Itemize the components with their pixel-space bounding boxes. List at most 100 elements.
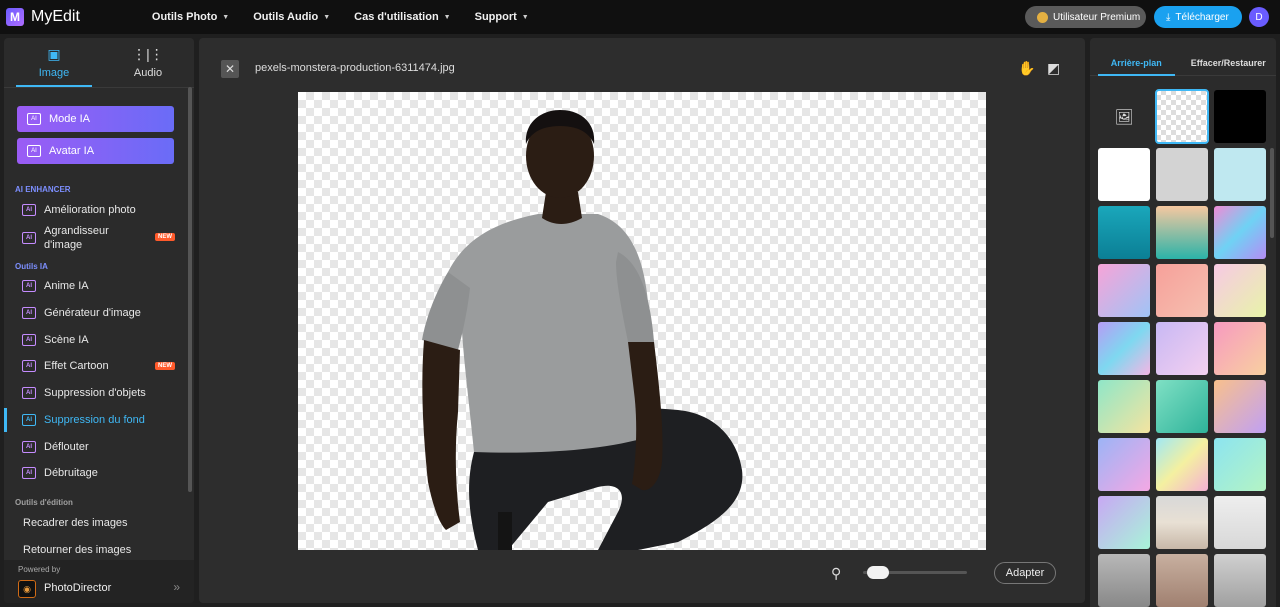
- swatch-light-blue[interactable]: [1214, 148, 1266, 201]
- chevron-down-icon: ▼: [222, 13, 230, 21]
- chevron-down-icon: ▼: [443, 13, 451, 21]
- nav-outils-photo[interactable]: Outils Photo ▼: [152, 11, 229, 23]
- ai-icon: AI: [22, 467, 36, 479]
- swatch-mint-yellow[interactable]: [1098, 380, 1150, 433]
- swatch-purple-mint[interactable]: [1098, 496, 1150, 549]
- swatch-teal[interactable]: [1098, 206, 1150, 259]
- background-panel-scrollbar[interactable]: [1270, 148, 1274, 238]
- nav-outils-audio[interactable]: Outils Audio ▼: [253, 11, 330, 23]
- menu-generateur-image[interactable]: AI Générateur d'image: [22, 307, 177, 319]
- mode-ia-button[interactable]: AI Mode IA: [17, 106, 174, 132]
- user-avatar[interactable]: D: [1249, 7, 1269, 27]
- swatch-holo-wave[interactable]: [1098, 322, 1150, 375]
- swatch-warm-room[interactable]: [1156, 554, 1208, 607]
- ai-icon: AI: [22, 307, 36, 319]
- fit-button[interactable]: Adapter: [994, 562, 1056, 584]
- swatch-aqua[interactable]: [1214, 438, 1266, 491]
- swatch-white[interactable]: [1098, 148, 1150, 201]
- myedit-logo-icon: M: [6, 8, 24, 26]
- avatar-ia-button[interactable]: AI Avatar IA: [17, 138, 174, 164]
- menu-scene-ia[interactable]: AI Scène IA: [22, 334, 177, 346]
- mode-tabs: ▣ Image ⋮|⋮ Audio: [4, 38, 194, 88]
- editor-area: ✕ pexels-monstera-production-6311474.jpg…: [199, 38, 1085, 603]
- zoom-slider-thumb[interactable]: [867, 566, 890, 579]
- swatch-grey-hall[interactable]: [1214, 554, 1266, 607]
- menu-recadrer-images[interactable]: Recadrer des images: [23, 517, 178, 529]
- swatch-blue-pink[interactable]: [1098, 438, 1150, 491]
- double-chevron-right-icon: »: [173, 580, 180, 594]
- swatch-grey-room[interactable]: [1098, 554, 1150, 607]
- ai-icon: AI: [22, 204, 36, 216]
- ai-icon: AI: [22, 387, 36, 399]
- powered-by-footer[interactable]: Powered by ◉ PhotoDirector »: [4, 560, 194, 603]
- tools-sidebar: ▣ Image ⋮|⋮ Audio AI Mode IA AI Avatar IA …: [4, 38, 194, 603]
- tab-arriere-plan[interactable]: Arrière-plan: [1098, 38, 1175, 76]
- active-indicator: [4, 408, 7, 432]
- app-name: MyEdit: [31, 8, 80, 25]
- compare-icon[interactable]: ◩: [1047, 60, 1060, 77]
- ai-icon: AI: [27, 113, 41, 125]
- ai-icon: AI: [22, 334, 36, 346]
- swatch-white-fog[interactable]: [1214, 496, 1266, 549]
- download-button[interactable]: ⤓ Télécharger: [1154, 6, 1242, 28]
- nav-cas-utilisation[interactable]: Cas d'utilisation ▼: [354, 11, 450, 23]
- zoom-icon[interactable]: ⚲: [831, 565, 841, 582]
- menu-suppression-objets[interactable]: AI Suppression d'objets: [22, 387, 177, 399]
- section-ai-enhancer: AI ENHANCER: [15, 185, 71, 194]
- menu-amelioration-photo[interactable]: AI Amélioration photo: [22, 204, 177, 216]
- sidebar-scrollbar[interactable]: [188, 87, 192, 492]
- download-icon: ⤓: [1166, 11, 1171, 23]
- upload-background-icon[interactable]: 🖼: [1098, 90, 1150, 143]
- swatch-pastel-sparkle[interactable]: [1214, 264, 1266, 317]
- new-badge: NEW: [155, 233, 175, 241]
- app-logo[interactable]: M MyEdit: [6, 8, 80, 26]
- swatch-peach-teal[interactable]: [1156, 206, 1208, 259]
- tab-effacer-restaurer[interactable]: Effacer/Restaurer: [1181, 38, 1276, 76]
- cutout-person-image: [422, 110, 743, 550]
- swatch-holo-bubbles[interactable]: [1214, 206, 1266, 259]
- new-badge: NEW: [155, 362, 175, 370]
- swatch-light-grey[interactable]: [1156, 148, 1208, 201]
- menu-debruitage[interactable]: AI Débruitage: [22, 467, 177, 479]
- menu-retourner-images[interactable]: Retourner des images: [23, 544, 178, 556]
- swatch-black[interactable]: [1214, 90, 1266, 143]
- menu-anime-ia[interactable]: AI Anime IA: [22, 280, 177, 292]
- image-canvas[interactable]: [298, 92, 986, 550]
- swatch-transparent[interactable]: [1155, 89, 1209, 144]
- menu-agrandisseur-image[interactable]: AI Agrandisseur d'image NEW: [22, 224, 177, 252]
- background-panel: Arrière-plan Effacer/Restaurer 🖼: [1090, 38, 1276, 607]
- swatch-pink-orange[interactable]: [1214, 322, 1266, 375]
- image-icon: ▣: [47, 46, 61, 62]
- file-name: pexels-monstera-production-6311474.jpg: [255, 62, 455, 74]
- ai-icon: AI: [27, 145, 41, 157]
- close-icon[interactable]: ✕: [221, 60, 239, 78]
- menu-effet-cartoon[interactable]: AI Effet Cartoon NEW: [22, 360, 177, 372]
- swatch-rainbow[interactable]: [1156, 438, 1208, 491]
- swatch-pink-sparkle[interactable]: [1098, 264, 1150, 317]
- tab-image[interactable]: ▣ Image: [16, 38, 92, 87]
- ai-icon: AI: [22, 280, 36, 292]
- swatch-coral-sparkle[interactable]: [1156, 264, 1208, 317]
- section-outils-edition: Outils d'édition: [15, 498, 73, 507]
- swatch-orange-purple[interactable]: [1214, 380, 1266, 433]
- hand-pan-icon[interactable]: ✋: [1018, 60, 1035, 77]
- main-nav: Outils Photo ▼ Outils Audio ▼ Cas d'utilis…: [152, 11, 553, 23]
- menu-suppression-fond[interactable]: AI Suppression du fond: [22, 414, 177, 426]
- swatch-misty-beach[interactable]: [1156, 496, 1208, 549]
- top-bar: M MyEdit Outils Photo ▼ Outils Audio ▼ Cas…: [0, 0, 1280, 34]
- premium-user-button[interactable]: Utilisateur Premium: [1025, 6, 1146, 28]
- chevron-down-icon: ▼: [521, 13, 529, 21]
- background-tabs: Arrière-plan Effacer/Restaurer: [1090, 38, 1276, 76]
- tab-audio[interactable]: ⋮|⋮ Audio: [104, 38, 192, 87]
- swatch-mint-green[interactable]: [1156, 380, 1208, 433]
- waveform-icon: ⋮|⋮: [132, 46, 164, 62]
- menu-deflouter[interactable]: AI Déflouter: [22, 441, 177, 453]
- ai-icon: AI: [22, 414, 36, 426]
- swatch-lavender-bokeh[interactable]: [1156, 322, 1208, 375]
- ai-icon: AI: [22, 232, 36, 244]
- coin-icon: [1037, 11, 1048, 23]
- chevron-down-icon: ▼: [323, 13, 331, 21]
- nav-support[interactable]: Support ▼: [475, 11, 529, 23]
- ai-icon: AI: [22, 441, 36, 453]
- photodirector-logo-icon: ◉: [18, 580, 36, 598]
